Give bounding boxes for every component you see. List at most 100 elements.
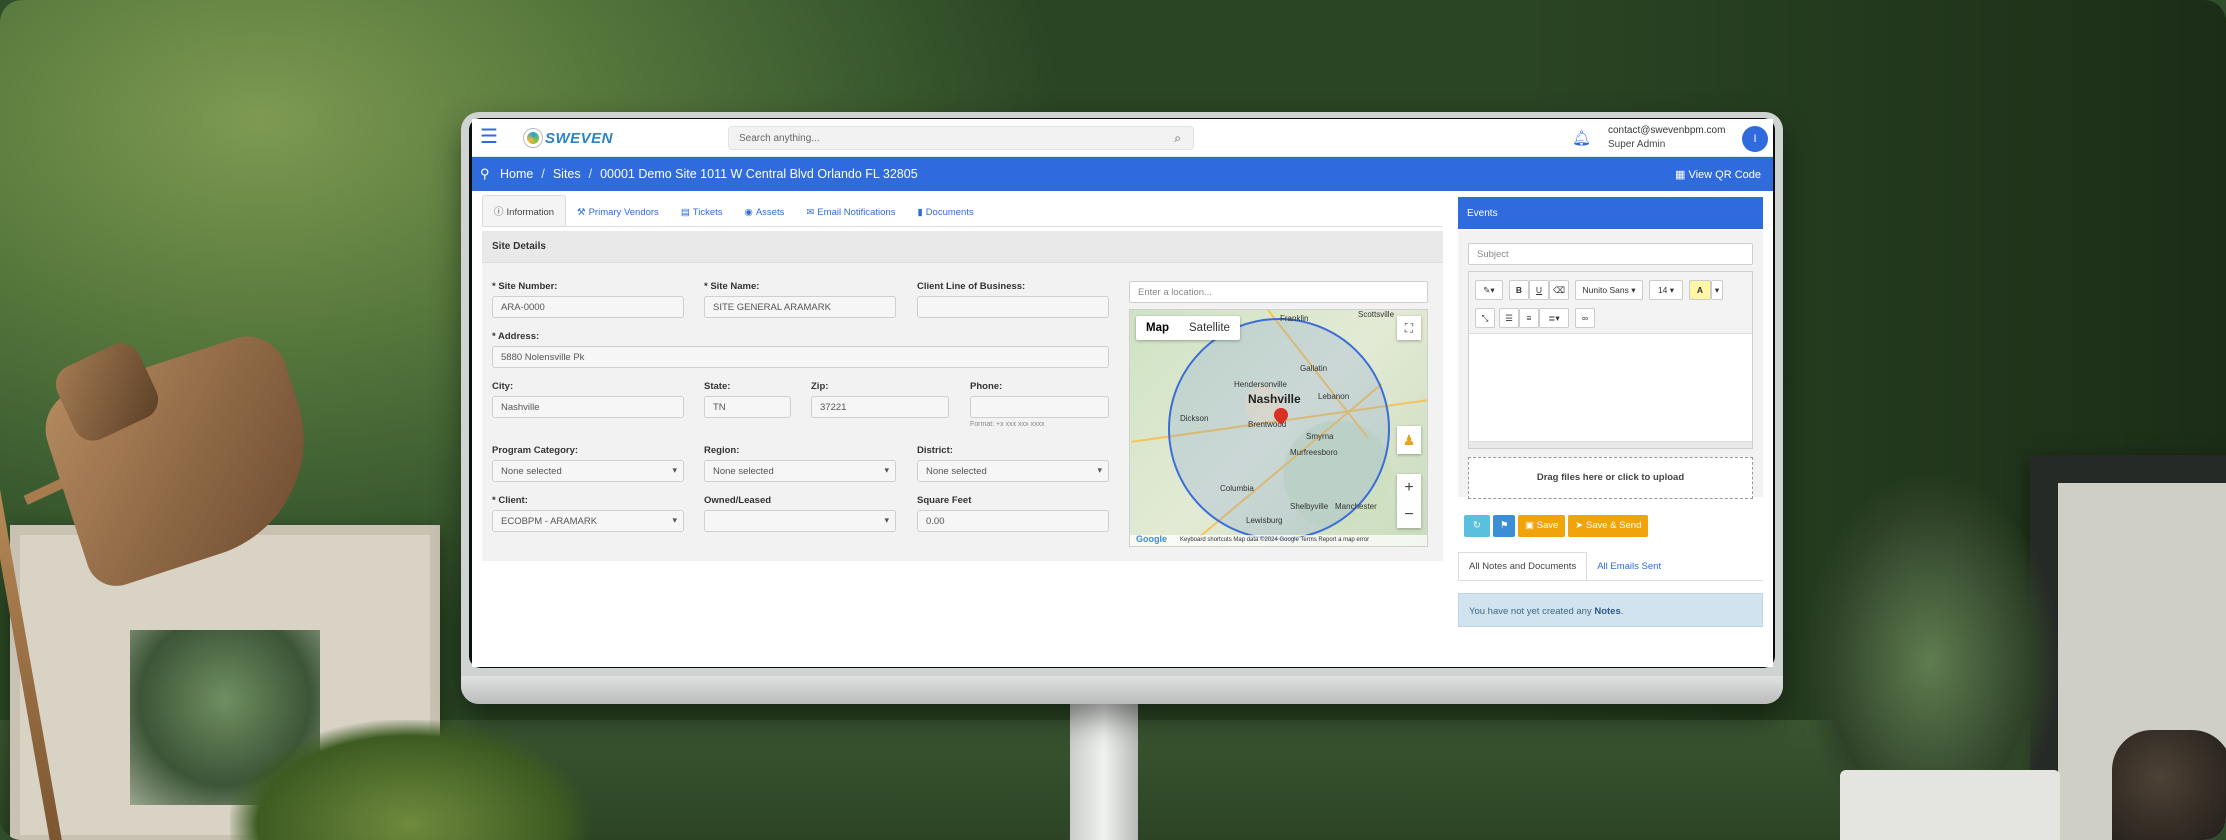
menu-icon[interactable]: ☰ [480, 127, 500, 147]
site-name-label: * Site Name: [704, 281, 760, 292]
breadcrumb: Home / Sites / 00001 Demo Site 1011 W Ce… [500, 167, 918, 181]
user-email: contact@swevenbpm.com [1608, 125, 1726, 136]
breadcrumb-sites[interactable]: Sites [553, 167, 581, 181]
client-lob-field[interactable] [917, 296, 1109, 318]
program-category-select[interactable]: None selected [492, 460, 684, 482]
monitor-chin [461, 676, 1783, 704]
asset-icon: ◉ [744, 207, 753, 218]
color-dropdown-button[interactable]: ▾ [1711, 280, 1723, 300]
refresh-button[interactable]: ↻ [1464, 515, 1490, 537]
tab-email-notifications[interactable]: ✉ Email Notifications [795, 199, 906, 226]
tab-all-notes[interactable]: All Notes and Documents [1458, 552, 1588, 580]
fullscreen-icon[interactable]: ⤡ [1475, 308, 1495, 328]
tab-information[interactable]: ⓘ Information [482, 195, 567, 226]
notes-link[interactable]: Notes [1594, 606, 1620, 617]
district-select[interactable]: None selected [917, 460, 1109, 482]
map-city-label: Franklin [1280, 314, 1309, 323]
link-icon[interactable]: ∞ [1575, 308, 1595, 328]
logo-mark [523, 128, 543, 148]
underline-button[interactable]: U [1529, 280, 1549, 300]
site-number-field[interactable]: ARA-0000 [492, 296, 684, 318]
app-screen: ☰ SWEVEN Search anything... ⌕ 🔔︎ contact… [472, 119, 1773, 667]
highlight-color-button[interactable]: A [1689, 280, 1711, 300]
tab-all-emails[interactable]: All Emails Sent [1587, 553, 1671, 580]
avatar[interactable]: I [1742, 126, 1768, 152]
region-label: Region: [704, 445, 740, 456]
save-label: Save [1536, 520, 1559, 531]
phone-field[interactable] [970, 396, 1109, 418]
user-info[interactable]: contact@swevenbpm.com Super Admin [1608, 124, 1725, 152]
save-and-send-button[interactable]: ➤ Save & Send [1568, 515, 1649, 537]
site-number-label: * Site Number: [492, 281, 558, 292]
map-type-satellite-button[interactable]: Satellite [1179, 316, 1240, 340]
breadcrumb-home[interactable]: Home [500, 167, 533, 181]
pegman-icon[interactable]: ♟ [1397, 426, 1421, 454]
map-city-label: Dickson [1180, 414, 1209, 423]
app-logo[interactable]: SWEVEN [523, 126, 614, 150]
zoom-out-button[interactable]: − [1397, 501, 1421, 528]
fullscreen-icon[interactable]: ⛶ [1397, 316, 1421, 340]
font-size-value: 14 [1657, 285, 1668, 295]
map-city-label: Scottsville [1358, 310, 1395, 319]
eraser-icon[interactable]: ⌫ [1549, 280, 1569, 300]
city-field[interactable]: Nashville [492, 396, 684, 418]
owned-leased-select[interactable] [704, 510, 896, 532]
search-input[interactable]: Search anything... ⌕ [728, 126, 1194, 150]
subject-input[interactable]: Subject [1468, 243, 1753, 265]
site-map[interactable]: Nashville Franklin Gallatin Hendersonvil… [1129, 309, 1428, 547]
monitor-stand [1070, 700, 1138, 840]
ticket-icon: ▤ [680, 207, 690, 218]
map-city-label: Columbia [1220, 484, 1254, 493]
file-upload-dropzone[interactable]: Drag files here or click to upload [1468, 457, 1753, 499]
tab-label: Tickets [692, 207, 723, 218]
square-feet-group: Square Feet 0.00 [917, 495, 1109, 532]
map-type-map-button[interactable]: Map [1136, 316, 1179, 340]
tab-tickets[interactable]: ▤ Tickets [670, 199, 734, 226]
bell-icon[interactable]: 🔔︎ [1572, 129, 1591, 147]
google-logo: Google [1136, 534, 1167, 544]
tab-documents[interactable]: ▮ Documents [906, 199, 984, 226]
plant-left [230, 720, 590, 840]
site-panel: ⓘ Information ⚒ Primary Vendors ▤ Tickets ◉… [482, 195, 1443, 667]
breadcrumb-bar: ⚲ Home / Sites / 00001 Demo Site 1011 W … [472, 157, 1773, 191]
bullet-list-icon[interactable]: ☰ [1499, 308, 1519, 328]
numbered-list-icon[interactable]: ≡ [1519, 308, 1539, 328]
map-city-label: Hendersonville [1234, 380, 1287, 389]
map-city-label: Lewisburg [1246, 516, 1283, 525]
state-field[interactable]: TN [704, 396, 791, 418]
location-search-input[interactable]: Enter a location... [1129, 281, 1428, 303]
phone-label: Phone: [970, 381, 1003, 392]
site-name-group: * Site Name: SITE GENERAL ARAMARK [704, 281, 896, 318]
site-number-group: * Site Number: ARA-0000 [492, 281, 684, 318]
search-icon[interactable]: ⌕ [1174, 131, 1181, 146]
rich-text-editor[interactable]: ✎▾ B U ⌫ Nunito Sans ▾ 14 ▾ A ▾ ⤡ ☰ ≡ ≣▾… [1468, 271, 1753, 449]
bookmark-icon: ⚑ [1500, 520, 1509, 531]
save-button[interactable]: ▣ Save [1518, 515, 1566, 537]
font-family-select[interactable]: Nunito Sans ▾ [1575, 280, 1643, 300]
qr-icon: ▦ [1674, 169, 1689, 181]
bookmark-button[interactable]: ⚑ [1493, 515, 1515, 537]
region-select[interactable]: None selected [704, 460, 896, 482]
editor-resize-handle[interactable] [1469, 441, 1752, 448]
view-qr-code-button[interactable]: ▦ View QR Code [1675, 168, 1761, 181]
zoom-in-button[interactable]: + [1397, 474, 1421, 501]
zip-field[interactable]: 37221 [811, 396, 949, 418]
section-title: Site Details [482, 231, 1443, 263]
font-size-select[interactable]: 14 ▾ [1649, 280, 1683, 300]
logo-text: SWEVEN [545, 129, 614, 147]
map-city-label: Shelbyville [1290, 502, 1329, 511]
client-select[interactable]: ECOBPM - ARAMARK [492, 510, 684, 532]
phone-hint: Format: +x xxx xxx xxxx [970, 421, 1045, 428]
map-city-label: Manchester [1335, 502, 1377, 511]
map-type-control: Map Satellite [1136, 316, 1240, 340]
tab-primary-vendors[interactable]: ⚒ Primary Vendors [566, 199, 670, 226]
square-feet-field[interactable]: 0.00 [917, 510, 1109, 532]
tab-label: Assets [755, 207, 785, 218]
state-label: State: [704, 381, 731, 392]
bold-button[interactable]: B [1509, 280, 1529, 300]
address-field[interactable]: 5880 Nolensville Pk [492, 346, 1109, 368]
tab-assets[interactable]: ◉ Assets [734, 199, 796, 226]
align-icon[interactable]: ≣▾ [1539, 308, 1569, 328]
magic-wand-icon[interactable]: ✎▾ [1475, 280, 1503, 300]
site-name-field[interactable]: SITE GENERAL ARAMARK [704, 296, 896, 318]
